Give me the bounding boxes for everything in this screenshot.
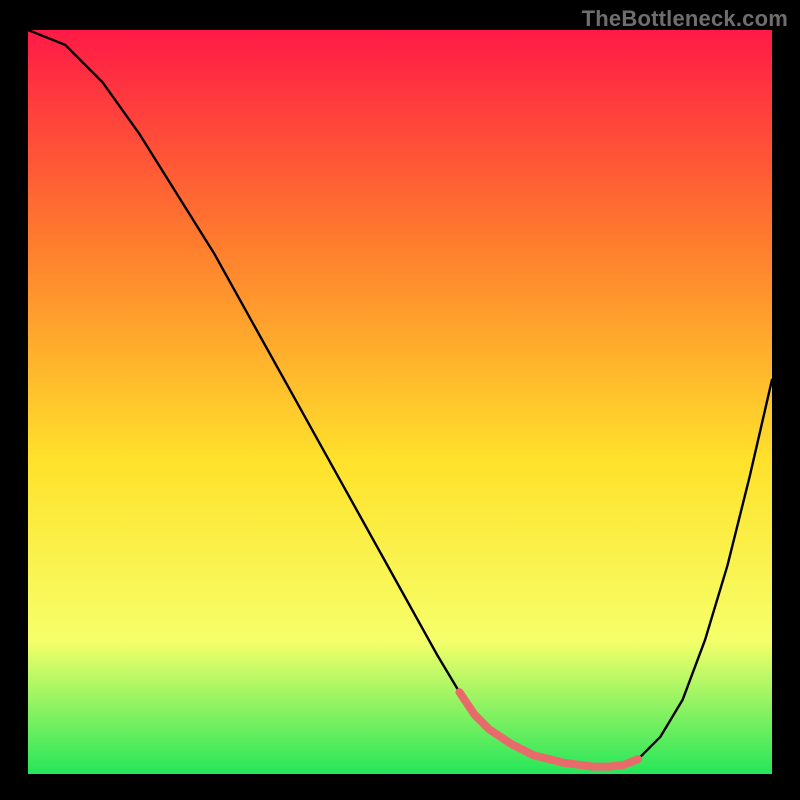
plot-svg: [28, 30, 772, 774]
watermark-text: TheBottleneck.com: [582, 6, 788, 32]
chart-stage: TheBottleneck.com: [0, 0, 800, 800]
gradient-background: [28, 30, 772, 774]
plot-area: [28, 30, 772, 774]
